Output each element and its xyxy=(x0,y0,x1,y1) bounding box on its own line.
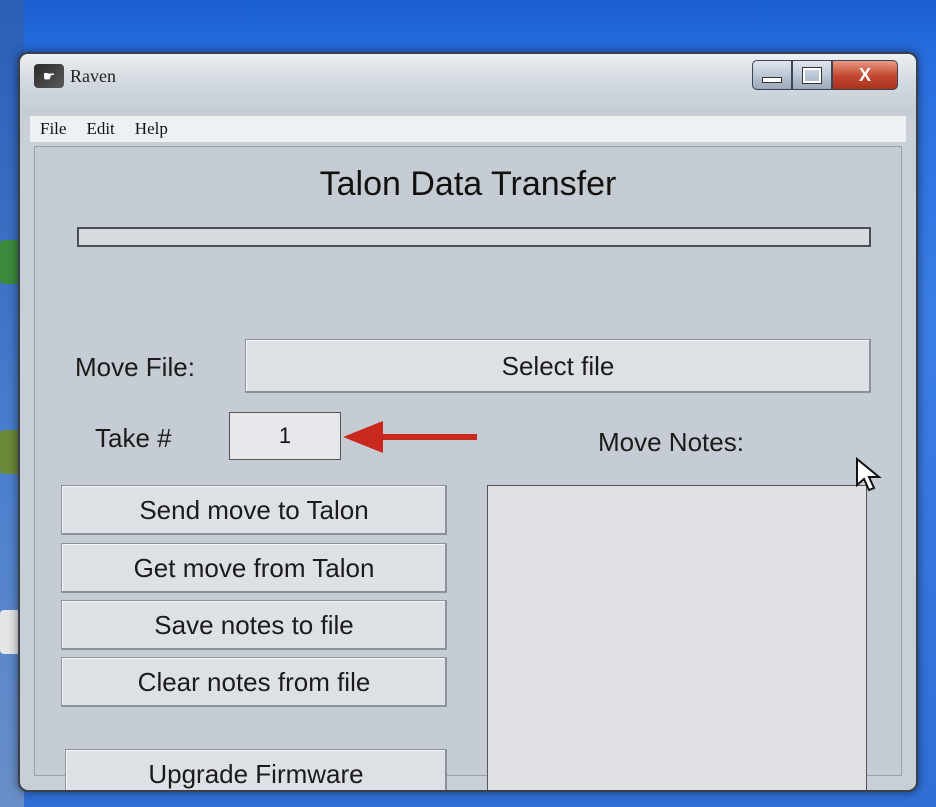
raven-app-icon: ☛ xyxy=(34,64,64,88)
close-icon: X xyxy=(858,64,871,85)
title-bar[interactable]: ☛ Raven X xyxy=(20,54,916,114)
take-number-label: Take # xyxy=(95,423,172,453)
red-arrow-annotation xyxy=(343,421,477,453)
take-number-input[interactable] xyxy=(229,412,341,460)
window-title: Raven xyxy=(70,66,116,86)
get-move-button[interactable]: Get move from Talon xyxy=(61,543,447,593)
minimize-icon xyxy=(762,77,782,83)
move-notes-label: Move Notes: xyxy=(598,427,744,457)
main-panel: Talon Data Transfer Move File: Select fi… xyxy=(34,146,902,790)
window-controls: X xyxy=(752,60,898,90)
save-notes-button[interactable]: Save notes to file xyxy=(61,600,447,650)
menu-bar: File Edit Help xyxy=(30,116,906,142)
page-title: Talon Data Transfer xyxy=(319,165,617,203)
app-window: ☛ Raven X File Edit Help Talon Data Tran… xyxy=(18,52,918,792)
menu-file[interactable]: File xyxy=(30,119,76,139)
clear-notes-button[interactable]: Clear notes from file xyxy=(61,657,447,707)
minimize-button[interactable] xyxy=(752,60,792,90)
upgrade-firmware-button[interactable]: Upgrade Firmware xyxy=(65,749,447,790)
send-move-button[interactable]: Send move to Talon xyxy=(61,485,447,535)
move-notes-textarea[interactable] xyxy=(487,485,867,790)
menu-edit[interactable]: Edit xyxy=(76,119,124,139)
maximize-button[interactable] xyxy=(792,60,832,90)
maximize-icon xyxy=(802,66,822,84)
select-file-button[interactable]: Select file xyxy=(245,339,871,393)
menu-help[interactable]: Help xyxy=(125,119,178,139)
mouse-pointer-icon xyxy=(856,457,882,492)
close-button[interactable]: X xyxy=(832,60,898,90)
transfer-progress-bar xyxy=(77,227,871,247)
move-file-label: Move File: xyxy=(75,352,195,382)
